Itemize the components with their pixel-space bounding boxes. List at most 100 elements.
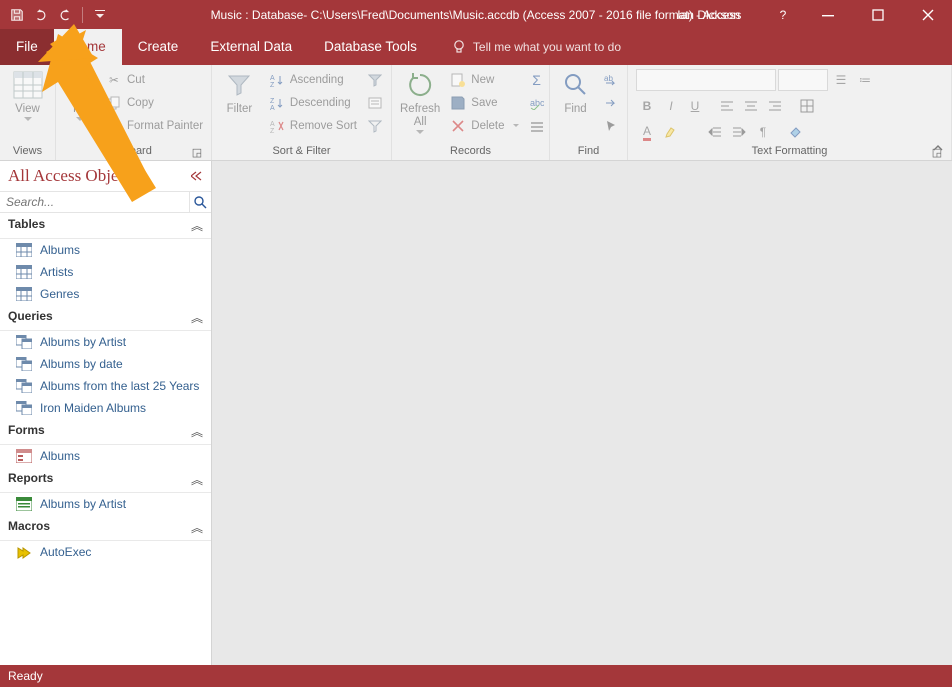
save-icon[interactable]: [6, 4, 28, 26]
nav-item[interactable]: Albums: [0, 239, 211, 261]
save-record-button[interactable]: Save: [450, 92, 518, 114]
underline-button[interactable]: U: [684, 95, 706, 117]
copy-icon: [106, 95, 122, 111]
document-body: All Access Objects Tables︽AlbumsArtistsG…: [0, 161, 952, 665]
minimize-button[interactable]: [808, 0, 848, 29]
nav-item-label: Genres: [40, 287, 79, 301]
toggle-filter-button[interactable]: [367, 115, 383, 137]
qat-separator: [82, 7, 83, 23]
goto-button[interactable]: [603, 92, 619, 114]
nav-item[interactable]: Albums by Artist: [0, 331, 211, 353]
group-text-formatting: ☰ ≔ B I U A ¶: [628, 65, 952, 160]
selection-filter-button[interactable]: [367, 69, 383, 91]
font-size-combo[interactable]: [778, 69, 828, 91]
shutter-icon[interactable]: [191, 170, 203, 182]
align-center-button[interactable]: [740, 95, 762, 117]
remove-sort-icon: AZ: [269, 118, 285, 134]
new-record-button[interactable]: New: [450, 69, 518, 91]
cursor-icon: [603, 118, 619, 134]
nav-category-queries[interactable]: Queries︽: [0, 305, 211, 331]
navigation-pane: All Access Objects Tables︽AlbumsArtistsG…: [0, 161, 212, 665]
remove-sort-button[interactable]: AZRemove Sort: [269, 115, 357, 137]
cut-button[interactable]: ✂Cut: [106, 69, 203, 91]
status-text: Ready: [8, 669, 43, 683]
align-left-button[interactable]: [716, 95, 738, 117]
align-right-button[interactable]: [764, 95, 786, 117]
help-icon[interactable]: ?: [768, 8, 798, 22]
decrease-indent-button[interactable]: [704, 121, 726, 143]
refresh-label: Refresh All: [400, 103, 440, 128]
filter-label: Filter: [227, 103, 253, 115]
redo-icon[interactable]: [54, 4, 76, 26]
paste-icon: [64, 69, 96, 101]
dialog-launcher-icon[interactable]: ◲: [191, 146, 203, 158]
format-painter-button[interactable]: Format Painter: [106, 115, 203, 137]
tab-database-tools[interactable]: Database Tools: [308, 29, 433, 65]
tab-home[interactable]: Home: [54, 29, 122, 65]
tab-create[interactable]: Create: [122, 29, 195, 65]
fill-color-button[interactable]: [784, 121, 806, 143]
bold-button[interactable]: B: [636, 95, 658, 117]
nav-item[interactable]: Albums: [0, 445, 211, 467]
descending-button[interactable]: ZADescending: [269, 92, 357, 114]
refresh-all-button[interactable]: Refresh All: [400, 69, 440, 135]
nav-category-reports[interactable]: Reports︽: [0, 467, 211, 493]
font-family-combo[interactable]: [636, 69, 776, 91]
numbering-icon[interactable]: ≔: [854, 69, 876, 91]
search-button[interactable]: [189, 192, 211, 212]
nav-item[interactable]: Iron Maiden Albums: [0, 397, 211, 419]
qat-customize-icon[interactable]: [89, 4, 111, 26]
spelling-button[interactable]: abc: [529, 92, 545, 114]
lightbulb-icon: [451, 39, 467, 55]
nav-pane-header[interactable]: All Access Objects: [0, 161, 211, 191]
tab-external-data[interactable]: External Data: [194, 29, 308, 65]
nav-item[interactable]: Artists: [0, 261, 211, 283]
nav-category-forms[interactable]: Forms︽: [0, 419, 211, 445]
more-icon: [529, 118, 545, 134]
tell-me[interactable]: Tell me what you want to do: [451, 29, 621, 65]
filter-button[interactable]: Filter: [220, 69, 259, 115]
undo-icon[interactable]: [30, 4, 52, 26]
paste-button[interactable]: Pa: [64, 69, 96, 122]
view-button[interactable]: View: [8, 69, 47, 122]
search-input[interactable]: [0, 192, 189, 212]
collapse-ribbon-icon[interactable]: [932, 142, 944, 154]
user-name[interactable]: Ian Dickson: [677, 8, 740, 22]
tab-file[interactable]: File: [0, 29, 54, 65]
nav-item[interactable]: Albums from the last 25 Years: [0, 375, 211, 397]
nav-item[interactable]: Albums by date: [0, 353, 211, 375]
replace-button[interactable]: ab: [603, 69, 619, 91]
funnel-icon: [223, 69, 255, 101]
italic-button[interactable]: I: [660, 95, 682, 117]
nav-category-tables[interactable]: Tables︽: [0, 213, 211, 239]
nav-item[interactable]: Albums by Artist: [0, 493, 211, 515]
highlight-button[interactable]: [660, 121, 682, 143]
find-label: Find: [564, 103, 586, 115]
advanced-filter-button[interactable]: [367, 92, 383, 114]
copy-button[interactable]: Copy: [106, 92, 203, 114]
text-direction-button[interactable]: ¶: [752, 121, 774, 143]
group-label-sortfilter: Sort & Filter: [220, 145, 383, 160]
sort-asc-icon: AZ: [269, 72, 285, 88]
font-color-button[interactable]: A: [636, 121, 658, 143]
more-records-button[interactable]: [529, 115, 545, 137]
delete-record-button[interactable]: Delete: [450, 115, 518, 137]
find-button[interactable]: Find: [558, 69, 593, 115]
select-button[interactable]: [603, 115, 619, 137]
quick-access-toolbar: [0, 4, 111, 26]
bullets-icon[interactable]: ☰: [830, 69, 852, 91]
nav-item-label: Albums from the last 25 Years: [40, 379, 199, 393]
nav-item[interactable]: Genres: [0, 283, 211, 305]
nav-item-label: Albums by date: [40, 357, 123, 371]
gridlines-button[interactable]: [796, 95, 818, 117]
nav-item[interactable]: AutoExec: [0, 541, 211, 563]
increase-indent-button[interactable]: [728, 121, 750, 143]
sigma-icon: Σ: [529, 72, 545, 88]
close-button[interactable]: [908, 0, 948, 29]
new-icon: [450, 72, 466, 88]
advanced-filter-icon: [367, 95, 383, 111]
totals-button[interactable]: Σ: [529, 69, 545, 91]
nav-category-macros[interactable]: Macros︽: [0, 515, 211, 541]
ascending-button[interactable]: AZAscending: [269, 69, 357, 91]
maximize-button[interactable]: [858, 0, 898, 29]
